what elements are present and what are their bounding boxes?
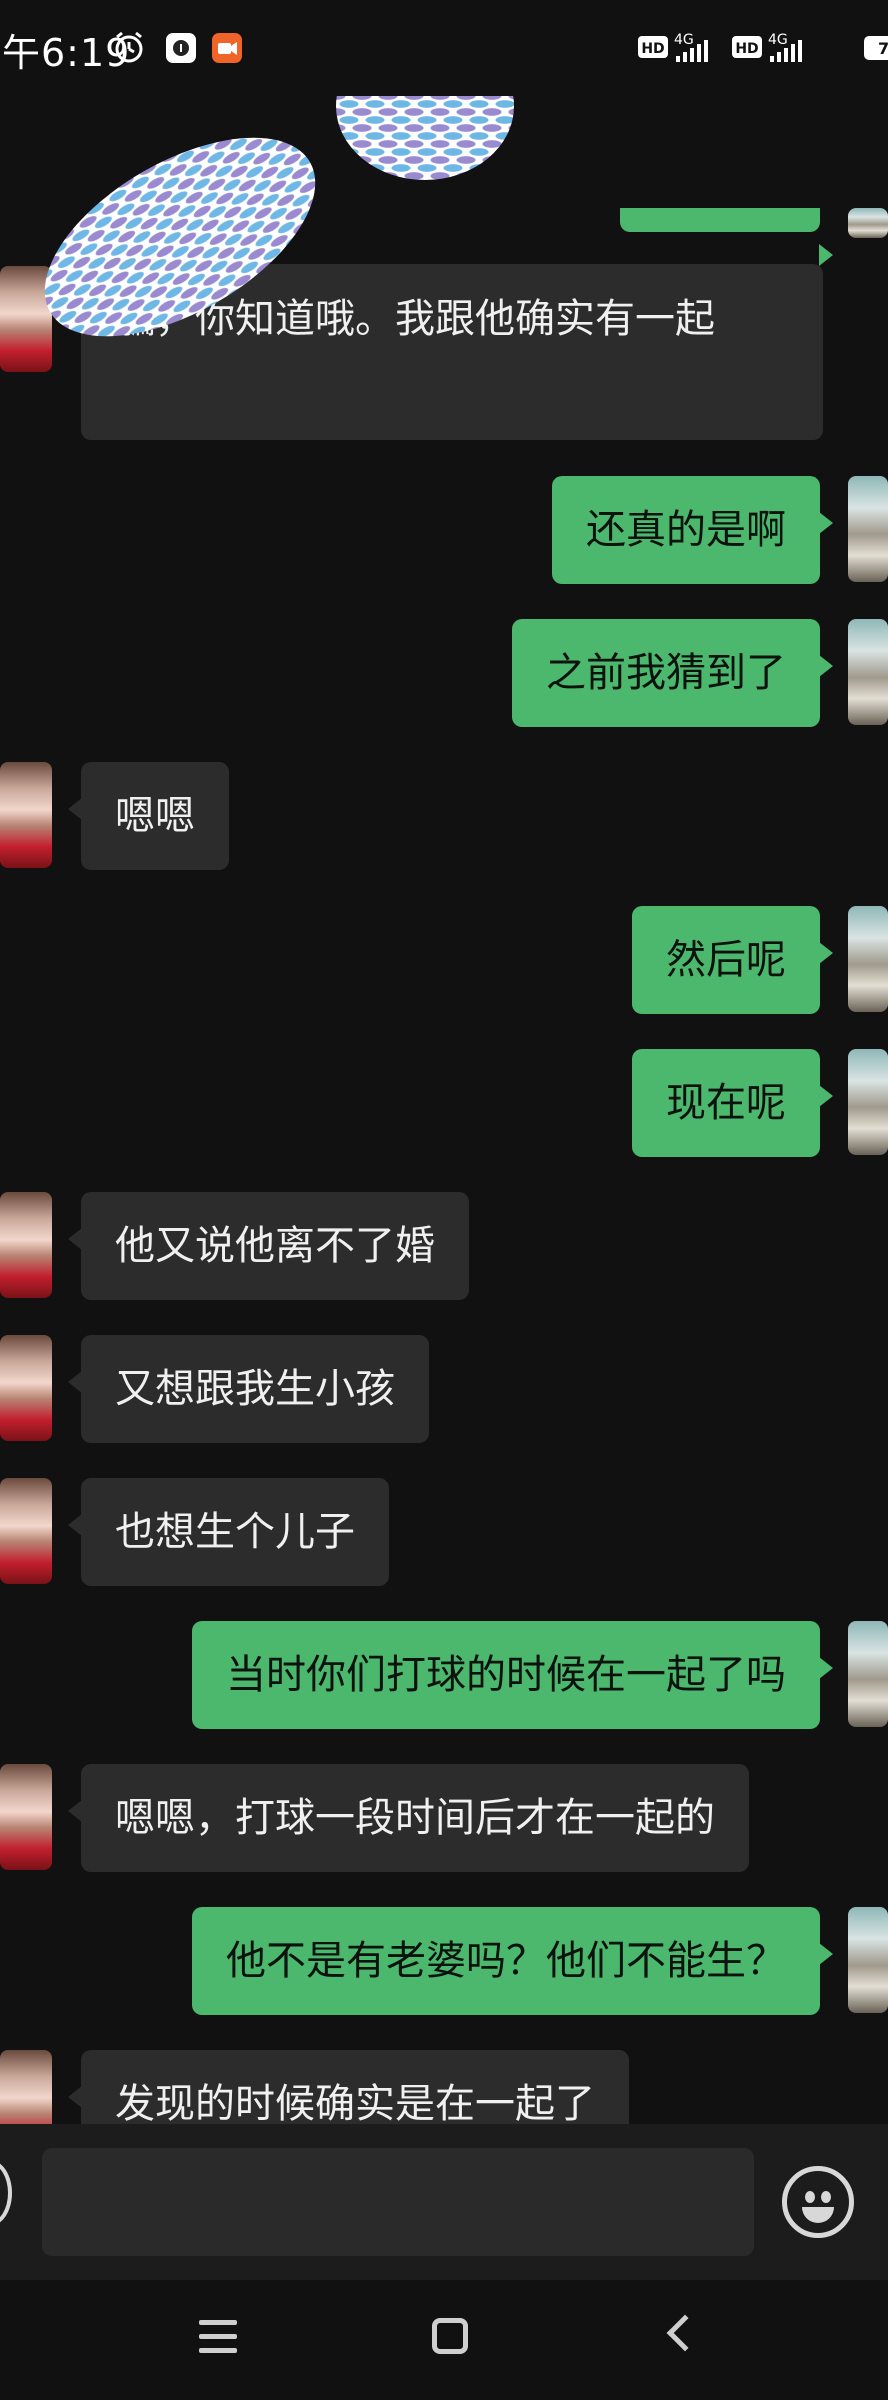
system-nav-bar: [0, 2280, 888, 2400]
message-text: 嗯嗯，打球一段时间后才在一起的: [115, 1795, 715, 1841]
message-bubble-sent[interactable]: 然后呢: [632, 906, 833, 1014]
avatar[interactable]: [0, 2050, 52, 2124]
avatar[interactable]: [0, 1764, 52, 1870]
message-input[interactable]: [42, 2148, 754, 2256]
message-bubble-sent[interactable]: 他不是有老婆吗？他们不能生？: [192, 1907, 833, 2015]
message-text: 之前我猜到了: [546, 650, 786, 696]
message-text: 他不是有老婆吗？他们不能生？: [226, 1938, 786, 1984]
alarm-icon: [115, 31, 143, 63]
svg-text:4G: 4G: [768, 32, 788, 48]
voice-input-icon[interactable]: [0, 2160, 12, 2226]
message-text: 也想生个儿子: [115, 1509, 355, 1555]
avatar[interactable]: [848, 208, 888, 238]
privacy-sticker: [336, 96, 514, 180]
message-bubble-received[interactable]: 嗯嗯，打球一段时间后才在一起的: [68, 1764, 749, 1872]
back-icon[interactable]: [666, 2314, 704, 2352]
avatar[interactable]: [848, 906, 888, 1012]
input-bar: [0, 2124, 888, 2280]
message-bubble-sent[interactable]: 现在呢: [632, 1049, 833, 1157]
signal-indicators: HD 4G HD 4G 7: [638, 32, 888, 62]
message-bubble-received[interactable]: 又想跟我生小孩: [68, 1335, 429, 1443]
avatar[interactable]: [0, 1192, 52, 1298]
svg-text:4G: 4G: [674, 32, 694, 48]
screen-record-icon: [212, 33, 242, 63]
status-bar: 午6:19 HD 4G HD 4G 7: [0, 0, 888, 96]
avatar[interactable]: [0, 1478, 52, 1584]
app-notification-icon: [166, 33, 196, 63]
chat-message-list[interactable]: 騙，你知道哦。我跟他确实有一起 还真的是啊 之前我猜到了 嗯嗯 然后呢 现在呢 …: [0, 96, 888, 2124]
message-bubble-received[interactable]: 他又说他离不了婚: [68, 1192, 469, 1300]
avatar[interactable]: [0, 1335, 52, 1441]
message-text: 嗯嗯: [115, 793, 195, 839]
avatar[interactable]: [848, 476, 888, 582]
message-text: 当时你们打球的时候在一起了吗: [226, 1652, 786, 1698]
avatar[interactable]: [0, 762, 52, 868]
home-icon[interactable]: [432, 2318, 468, 2354]
message-bubble-sent[interactable]: 之前我猜到了: [512, 619, 833, 727]
message-text: 还真的是啊: [586, 507, 786, 553]
menu-icon[interactable]: [199, 2320, 237, 2354]
avatar[interactable]: [848, 1907, 888, 2013]
message-bubble-received[interactable]: 嗯嗯: [68, 762, 229, 870]
avatar[interactable]: [848, 1049, 888, 1155]
svg-text:7: 7: [878, 39, 888, 58]
message-text: 发现的时候确实是在一起了: [115, 2081, 595, 2124]
message-text: 又想跟我生小孩: [115, 1366, 395, 1412]
message-bubble-received[interactable]: 也想生个儿子: [68, 1478, 389, 1586]
emoji-mouth: [802, 2207, 834, 2223]
avatar[interactable]: [848, 619, 888, 725]
message-text: 然后呢: [666, 937, 786, 983]
message-bubble-received[interactable]: 发现的时候确实是在一起了: [68, 2050, 629, 2124]
emoji-eye-right: [821, 2191, 831, 2203]
message-bubble-sent[interactable]: [620, 208, 833, 266]
avatar[interactable]: [848, 1621, 888, 1727]
svg-text:HD: HD: [641, 41, 664, 57]
svg-text:HD: HD: [735, 41, 758, 57]
message-text: 现在呢: [666, 1080, 786, 1126]
emoji-icon[interactable]: [782, 2166, 854, 2238]
emoji-eye-left: [805, 2191, 815, 2203]
message-bubble-sent[interactable]: 当时你们打球的时候在一起了吗: [192, 1621, 833, 1729]
message-text: 他又说他离不了婚: [115, 1223, 435, 1269]
message-bubble-sent[interactable]: 还真的是啊: [552, 476, 833, 584]
